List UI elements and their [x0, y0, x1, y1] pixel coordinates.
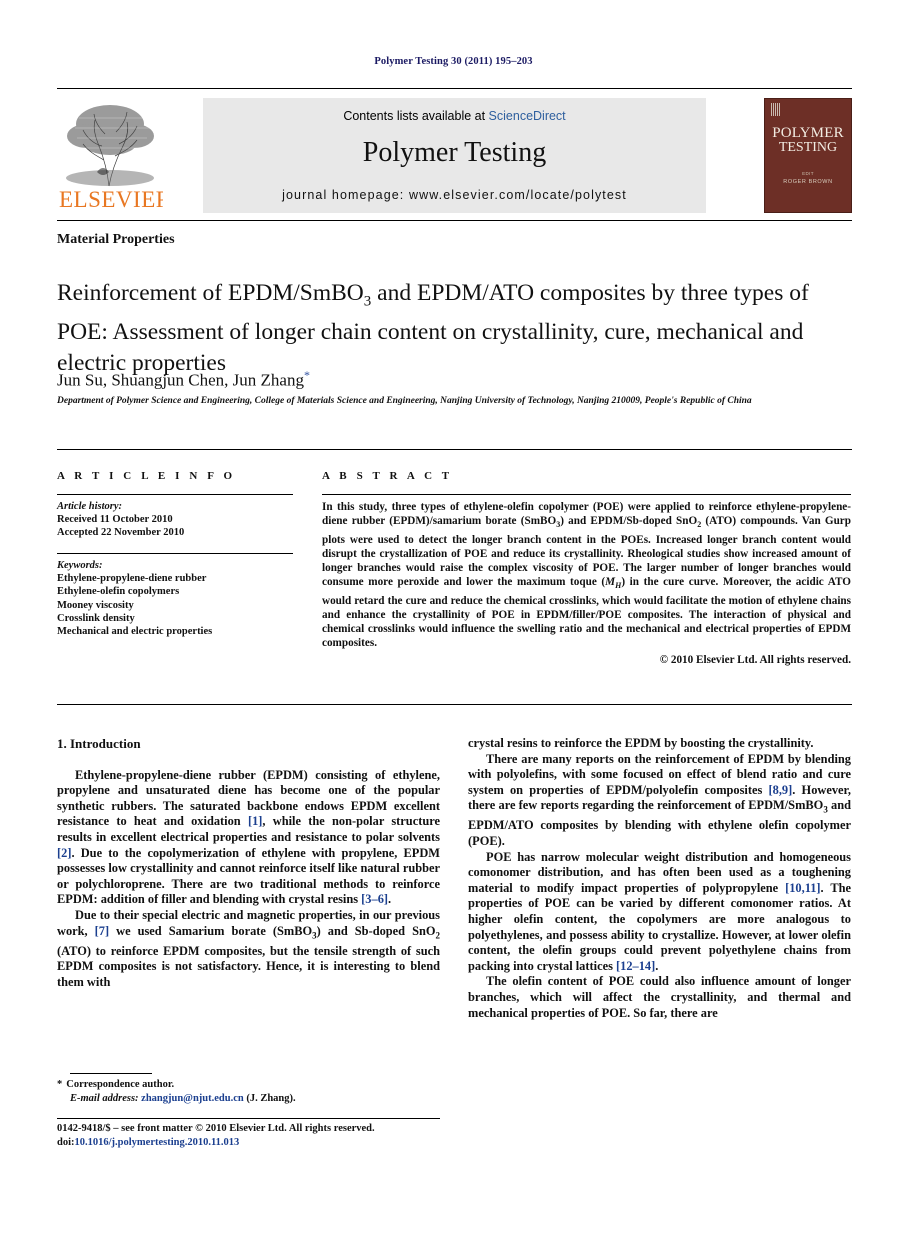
- introduction-heading: 1. Introduction: [57, 736, 141, 751]
- email-owner: (J. Zhang).: [246, 1092, 296, 1104]
- journal-cover-thumbnail: POLYMER TESTING EDIT ROGER BROWN: [764, 98, 852, 213]
- elsevier-tree-icon: [66, 105, 154, 187]
- journal-banner: ELSEVIER Contents lists available at Sci…: [57, 98, 852, 213]
- sciencedirect-link[interactable]: ScienceDirect: [489, 109, 566, 123]
- journal-title: Polymer Testing: [362, 137, 547, 168]
- banner-bottom-rule: [57, 220, 852, 221]
- cover-barcode-icon: [771, 103, 780, 116]
- paragraph: There are many reports on the reinforcem…: [468, 751, 851, 849]
- cover-editor-label: EDIT: [802, 171, 814, 176]
- keyword-item: Crosslink density: [57, 612, 135, 624]
- citation-ref[interactable]: [10,11]: [785, 881, 820, 895]
- citation-ref[interactable]: [3–6]: [361, 892, 388, 906]
- cover-title-line1: POLYMER: [772, 125, 844, 141]
- article-info-heading: A R T I C L E I N F O: [57, 470, 236, 482]
- author-names: Jun Su, Shuangjun Chen, Jun Zhang: [57, 370, 304, 390]
- top-rule: [57, 88, 852, 89]
- contents-line: Contents lists available at ScienceDirec…: [203, 98, 706, 123]
- abstract-copyright: © 2010 Elsevier Ltd. All rights reserved…: [659, 653, 851, 666]
- body-column-left: 1. Introduction Ethylene-propylene-diene…: [57, 736, 440, 990]
- corresponding-author-marker: *: [303, 368, 310, 382]
- citation-ref[interactable]: [8,9]: [769, 783, 793, 797]
- paragraph: Ethylene-propylene-diene rubber (EPDM) c…: [57, 767, 440, 907]
- running-head: Polymer Testing 30 (2011) 195–203: [374, 56, 533, 67]
- abstract-body: In this study, three types of ethylene-o…: [322, 500, 851, 667]
- elsevier-wordmark: ELSEVIER: [59, 187, 163, 212]
- author-list: Jun Su, Shuangjun Chen, Jun Zhang*: [57, 368, 310, 391]
- abstract-rule: [322, 494, 851, 495]
- received-date: Received 11 October 2010: [57, 514, 173, 526]
- keyword-item: Mechanical and electric properties: [57, 626, 213, 638]
- keyword-item: Ethylene-propylene-diene rubber: [57, 573, 207, 585]
- page-title: Reinforcement of EPDM/SmBO3 and EPDM/ATO…: [57, 279, 809, 377]
- abstract-heading: A B S T R A C T: [322, 470, 453, 482]
- doi-link[interactable]: 10.1016/j.polymertesting.2010.11.013: [75, 1137, 240, 1148]
- doi-line: doi:10.1016/j.polymertesting.2010.11.013: [57, 1136, 457, 1150]
- elsevier-logo: ELSEVIER: [57, 98, 163, 213]
- paragraph: Due to their special electric and magnet…: [57, 907, 441, 989]
- footer-rule: [57, 1118, 440, 1119]
- keywords-label: Keywords:: [57, 560, 103, 571]
- section-label: Material Properties: [57, 232, 175, 247]
- cover-editor-name: ROGER BROWN: [783, 179, 833, 185]
- affiliation: Department of Polymer Science and Engine…: [57, 396, 752, 406]
- email-link[interactable]: zhangjun@njut.edu.cn: [141, 1093, 244, 1104]
- correspondence-note: * Correspondence author.: [57, 1078, 440, 1092]
- citation-ref[interactable]: [7]: [95, 924, 109, 938]
- keyword-item: Ethylene-olefin copolymers: [57, 586, 180, 598]
- correspondence-text: Correspondence author.: [66, 1079, 175, 1090]
- info-rule: [57, 494, 293, 495]
- footer-block: 0142-9418/$ – see front matter © 2010 El…: [57, 1122, 457, 1149]
- article-history: Article history: Received 11 October 201…: [57, 500, 297, 540]
- footnote-block: * Correspondence author. E-mail address: …: [57, 1078, 440, 1105]
- citation-ref[interactable]: [12–14]: [616, 959, 655, 973]
- article-history-label: Article history:: [57, 501, 123, 512]
- email-line: E-mail address: zhangjun@njut.edu.cn (J.…: [57, 1092, 440, 1106]
- info-top-rule: [57, 449, 852, 450]
- footnote-marker: *: [57, 1079, 63, 1090]
- citation-ref[interactable]: [2]: [57, 846, 71, 860]
- banner-center-panel: Contents lists available at ScienceDirec…: [203, 98, 706, 213]
- abstract-bottom-rule: [57, 704, 852, 705]
- doi-label: doi:: [57, 1136, 75, 1148]
- keyword-item: Mooney viscosity: [57, 599, 134, 611]
- paragraph: POE has narrow molecular weight distribu…: [468, 849, 851, 973]
- footnote-rule: [70, 1073, 152, 1074]
- keywords-rule: [57, 553, 293, 554]
- email-label: E-mail address:: [70, 1092, 139, 1104]
- paragraph: The olefin content of POE could also inf…: [468, 974, 851, 1020]
- abstract-text: In this study, three types of ethylene-o…: [322, 501, 851, 650]
- paragraph: crystal resins to reinforce the EPDM by …: [468, 736, 814, 750]
- body-column-right: crystal resins to reinforce the EPDM by …: [468, 736, 851, 1021]
- issn-line: 0142-9418/$ – see front matter © 2010 El…: [57, 1123, 375, 1134]
- citation-ref[interactable]: [1]: [248, 814, 262, 828]
- keywords-block: Keywords: Ethylene-propylene-diene rubbe…: [57, 559, 297, 638]
- cover-title-line2: TESTING: [778, 140, 838, 155]
- paper-page: Polymer Testing 30 (2011) 195–203 ELSEVI…: [0, 0, 907, 1238]
- accepted-date: Accepted 22 November 2010: [57, 527, 185, 539]
- journal-homepage[interactable]: journal homepage: www.elsevier.com/locat…: [203, 188, 706, 202]
- contents-prefix: Contents lists available at: [343, 109, 489, 123]
